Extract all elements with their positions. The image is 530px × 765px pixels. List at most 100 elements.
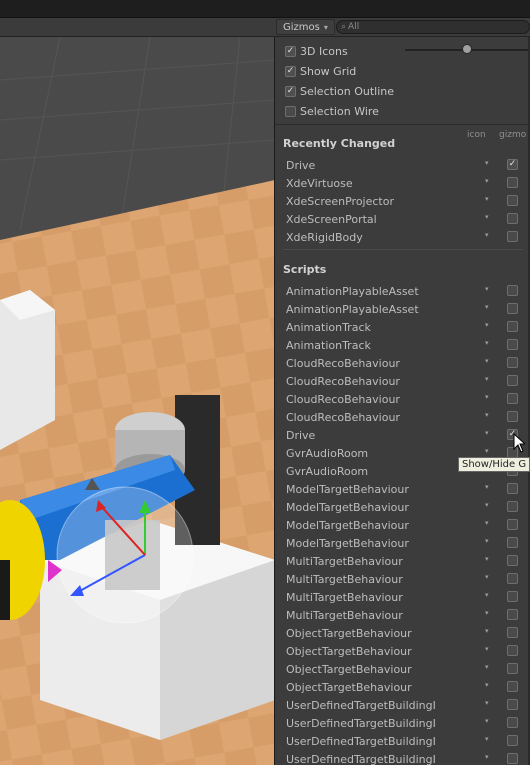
option-selection-wire[interactable]: Selection Wire (285, 102, 379, 120)
checkbox-show-grid[interactable]: ✓ (285, 65, 296, 77)
gizmo-checkbox[interactable] (507, 285, 518, 296)
icon-dropdown-icon[interactable]: ▾ (485, 177, 489, 185)
list-item[interactable]: ModelTargetBehaviour ▾ (281, 498, 530, 516)
list-item[interactable]: MultiTargetBehaviour ▾ (281, 588, 530, 606)
icon-dropdown-icon[interactable]: ▾ (485, 285, 489, 293)
icon-dropdown-icon[interactable]: ▾ (485, 663, 489, 671)
gizmo-checkbox[interactable] (507, 375, 518, 386)
icon-dropdown-icon[interactable]: ▾ (485, 159, 489, 167)
gizmo-checkbox[interactable] (507, 177, 518, 188)
icon-dropdown-icon[interactable]: ▾ (485, 555, 489, 563)
icon-dropdown-icon[interactable]: ▾ (485, 735, 489, 743)
gizmo-checkbox[interactable] (507, 753, 518, 764)
list-item[interactable]: XdeScreenPortal ▾ (281, 210, 530, 228)
list-item[interactable]: MultiTargetBehaviour ▾ (281, 552, 530, 570)
gizmo-checkbox[interactable] (507, 699, 518, 710)
list-item[interactable]: MultiTargetBehaviour ▾ (281, 570, 530, 588)
icon-dropdown-icon[interactable]: ▾ (485, 573, 489, 581)
list-item[interactable]: UserDefinedTargetBuildingI ▾ (281, 714, 530, 732)
gizmo-checkbox[interactable] (507, 411, 518, 422)
icon-dropdown-icon[interactable]: ▾ (485, 519, 489, 527)
gizmo-checkbox[interactable] (507, 357, 518, 368)
gizmo-checkbox[interactable] (507, 483, 518, 494)
list-item[interactable]: ObjectTargetBehaviour ▾ (281, 678, 530, 696)
icon-dropdown-icon[interactable]: ▾ (485, 501, 489, 509)
slider-thumb[interactable] (462, 44, 472, 54)
gizmo-checkbox[interactable] (507, 717, 518, 728)
gizmo-checkbox[interactable] (507, 339, 518, 350)
list-item[interactable]: UserDefinedTargetBuildingI ▾ (281, 750, 530, 765)
list-item[interactable]: ObjectTargetBehaviour ▾ (281, 660, 530, 678)
list-item[interactable]: ModelTargetBehaviour ▾ (281, 480, 530, 498)
list-item[interactable]: ModelTargetBehaviour ▾ (281, 534, 530, 552)
icon-dropdown-icon[interactable]: ▾ (485, 231, 489, 239)
list-item[interactable]: ObjectTargetBehaviour ▾ (281, 642, 530, 660)
icon-dropdown-icon[interactable]: ▾ (485, 339, 489, 347)
gizmo-checkbox[interactable] (507, 609, 518, 620)
list-item[interactable]: AnimationPlayableAsset ▾ (281, 300, 530, 318)
option-show-grid[interactable]: ✓ Show Grid (285, 62, 356, 80)
list-item[interactable]: MultiTargetBehaviour ▾ (281, 606, 530, 624)
icon-dropdown-icon[interactable]: ▾ (485, 483, 489, 491)
icon-dropdown-icon[interactable]: ▾ (485, 627, 489, 635)
icon-dropdown-icon[interactable]: ▾ (485, 447, 489, 455)
checkbox-selection-wire[interactable] (285, 105, 296, 117)
list-item[interactable]: UserDefinedTargetBuildingI ▾ (281, 696, 530, 714)
list-item[interactable]: ModelTargetBehaviour ▾ (281, 516, 530, 534)
list-item[interactable]: CloudRecoBehaviour ▾ (281, 390, 530, 408)
icon-dropdown-icon[interactable]: ▾ (485, 357, 489, 365)
gizmo-checkbox[interactable] (507, 321, 518, 332)
gizmo-checkbox[interactable] (507, 303, 518, 314)
gizmo-checkbox[interactable] (507, 735, 518, 746)
gizmo-checkbox[interactable] (507, 555, 518, 566)
icon-size-slider[interactable] (405, 44, 530, 56)
icon-dropdown-icon[interactable]: ▾ (485, 717, 489, 725)
icon-dropdown-icon[interactable]: ▾ (485, 321, 489, 329)
gizmo-checkbox[interactable] (507, 663, 518, 674)
gizmo-checkbox[interactable] (507, 627, 518, 638)
gizmo-checkbox[interactable] (507, 195, 518, 206)
search-input[interactable] (348, 22, 519, 32)
gizmo-checkbox[interactable] (507, 537, 518, 548)
icon-dropdown-icon[interactable]: ▾ (485, 537, 489, 545)
gizmo-checkbox[interactable] (507, 591, 518, 602)
option-selection-outline[interactable]: ✓ Selection Outline (285, 82, 394, 100)
gizmo-checkbox[interactable] (507, 231, 518, 242)
gizmos-dropdown-button[interactable]: Gizmos ▾ (276, 19, 335, 35)
list-item[interactable]: AnimationTrack ▾ (281, 318, 530, 336)
gizmo-checkbox[interactable] (507, 393, 518, 404)
checkbox-3d-icons[interactable]: ✓ (285, 45, 296, 57)
option-3d-icons[interactable]: ✓ 3D Icons (285, 42, 348, 60)
icon-dropdown-icon[interactable]: ▾ (485, 609, 489, 617)
list-item[interactable]: XdeVirtuose ▾ (281, 174, 530, 192)
list-item[interactable]: Drive ▾ ✓ (281, 426, 530, 444)
gizmo-checkbox[interactable] (507, 645, 518, 656)
list-item[interactable]: Drive ▾ ✓ (281, 156, 530, 174)
list-item[interactable]: ObjectTargetBehaviour ▾ (281, 624, 530, 642)
gizmo-checkbox[interactable] (507, 501, 518, 512)
icon-dropdown-icon[interactable]: ▾ (485, 213, 489, 221)
gizmo-checkbox[interactable] (507, 519, 518, 530)
icon-dropdown-icon[interactable]: ▾ (485, 753, 489, 761)
gizmo-checkbox[interactable] (507, 213, 518, 224)
list-item[interactable]: CloudRecoBehaviour ▾ (281, 372, 530, 390)
list-item[interactable]: XdeRigidBody ▾ (281, 228, 530, 246)
icon-dropdown-icon[interactable]: ▾ (485, 699, 489, 707)
icon-dropdown-icon[interactable]: ▾ (485, 681, 489, 689)
gizmo-checkbox[interactable] (507, 681, 518, 692)
list-item[interactable]: AnimationTrack ▾ (281, 336, 530, 354)
gizmo-checkbox[interactable]: ✓ (507, 159, 518, 170)
checkbox-selection-outline[interactable]: ✓ (285, 85, 296, 97)
list-item[interactable]: UserDefinedTargetBuildingI ▾ (281, 732, 530, 750)
icon-dropdown-icon[interactable]: ▾ (485, 645, 489, 653)
icon-dropdown-icon[interactable]: ▾ (485, 411, 489, 419)
list-item[interactable]: CloudRecoBehaviour ▾ (281, 408, 530, 426)
icon-dropdown-icon[interactable]: ▾ (485, 375, 489, 383)
list-item[interactable]: CloudRecoBehaviour ▾ (281, 354, 530, 372)
icon-dropdown-icon[interactable]: ▾ (485, 195, 489, 203)
icon-dropdown-icon[interactable]: ▾ (485, 429, 489, 437)
list-item[interactable]: XdeScreenProjector ▾ (281, 192, 530, 210)
list-item[interactable]: AnimationPlayableAsset ▾ (281, 282, 530, 300)
icon-dropdown-icon[interactable]: ▾ (485, 303, 489, 311)
icon-dropdown-icon[interactable]: ▾ (485, 393, 489, 401)
